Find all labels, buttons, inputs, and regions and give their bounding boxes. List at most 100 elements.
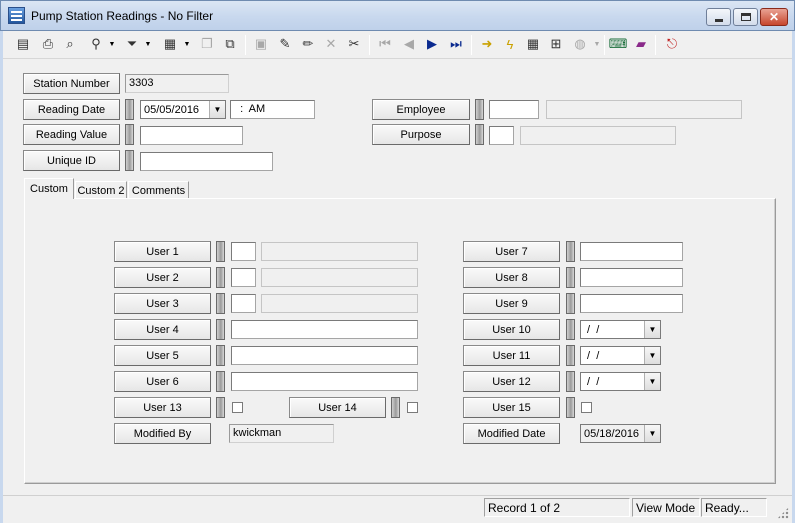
user-1-grip[interactable] [216,241,225,262]
user-3-grip[interactable] [216,293,225,314]
user-7-grip[interactable] [566,241,575,262]
user-12-grip[interactable] [566,371,575,392]
reading-date-button[interactable]: Reading Date [23,99,120,120]
station-number-button[interactable]: Station Number [23,73,120,94]
previous-record-icon[interactable]: ◀ [398,33,420,55]
unique-id-field[interactable] [140,152,273,171]
employee-lookup-grip[interactable] [475,99,484,120]
tab-custom-2[interactable]: Custom 2 [75,181,127,199]
minimize-button[interactable] [706,8,731,26]
chevron-down-icon[interactable]: ▼ [644,321,660,338]
user-7-field[interactable] [580,242,683,261]
user-9-button[interactable]: User 9 [463,293,560,314]
binoculars-find-icon[interactable]: ⚲ [85,33,107,55]
first-record-icon[interactable]: ⏮ [374,33,396,55]
modified-date-button[interactable]: Modified Date [463,423,560,444]
user-14-grip[interactable] [391,397,400,418]
user-8-button[interactable]: User 8 [463,267,560,288]
user-14-checkbox[interactable] [407,402,418,413]
find-dropdown-arrow-icon[interactable]: ▼ [107,33,117,55]
user-2-grip[interactable] [216,267,225,288]
user-13-grip[interactable] [216,397,225,418]
user-15-checkbox[interactable] [581,402,592,413]
user-6-button[interactable]: User 6 [114,371,211,392]
new-record-icon[interactable]: ▤ [12,33,34,55]
user-13-button[interactable]: User 13 [114,397,211,418]
user-8-grip[interactable] [566,267,575,288]
goto-arrow-icon[interactable]: ➜ [476,33,498,55]
tab-comments[interactable]: Comments [128,181,189,199]
chevron-down-icon[interactable]: ▼ [644,373,660,390]
add-record-icon[interactable]: ✎ [274,33,296,55]
user-4-button[interactable]: User 4 [114,319,211,340]
user-10-grip[interactable] [566,319,575,340]
print-preview-icon[interactable]: ⌕ [59,33,81,55]
chevron-down-icon[interactable]: ▼ [644,347,660,364]
user-8-field[interactable] [580,268,683,287]
reading-value-button[interactable]: Reading Value [23,124,120,145]
report-icon[interactable]: ▦ [159,33,181,55]
user-9-grip[interactable] [566,293,575,314]
next-record-icon[interactable]: ▶ [421,33,443,55]
unique-id-grip[interactable] [125,150,134,171]
exit-door-icon[interactable]: ⎋ [661,33,683,55]
cut-scissors-icon[interactable]: ✂ [343,33,365,55]
user-9-field[interactable] [580,294,683,313]
edit-pencil-icon[interactable]: ✏ [297,33,319,55]
reading-value-field[interactable] [140,126,243,145]
tab-custom[interactable]: Custom [24,178,74,199]
user-15-button[interactable]: User 15 [463,397,560,418]
keyboard-icon[interactable]: ⌨ [607,33,629,55]
hierarchy-icon[interactable]: ⊞ [545,33,567,55]
close-button[interactable]: ✕ [760,8,788,26]
user-4-field[interactable] [231,320,418,339]
user-2-button[interactable]: User 2 [114,267,211,288]
station-number-field[interactable]: 3303 [125,74,229,93]
chat-dropdown-arrow-icon[interactable]: ▼ [592,33,602,55]
maximize-button[interactable] [733,8,758,26]
user-5-grip[interactable] [216,345,225,366]
last-record-icon[interactable]: ⏭ [445,33,467,55]
copy-form-icon[interactable]: ❐ [196,33,218,55]
reading-date-combo[interactable]: 05/05/2016 ▼ [140,100,226,119]
chevron-down-icon[interactable]: ▼ [209,101,225,118]
modified-date-combo[interactable]: 05/18/2016 ▼ [580,424,661,443]
user-3-code-field[interactable] [231,294,256,313]
user-7-button[interactable]: User 7 [463,241,560,262]
user-3-button[interactable]: User 3 [114,293,211,314]
user-13-checkbox[interactable] [232,402,243,413]
chevron-down-icon[interactable]: ▼ [644,425,660,442]
filter-funnel-icon[interactable]: ⏷ [121,33,143,55]
reading-time-field[interactable]: : AM [230,100,315,119]
user-10-button[interactable]: User 10 [463,319,560,340]
user-11-date-combo[interactable]: / / ▼ [580,346,661,365]
reading-value-grip[interactable] [125,124,134,145]
lightning-icon[interactable]: ϟ [499,33,521,55]
user-11-grip[interactable] [566,345,575,366]
book-icon[interactable]: ▰ [630,33,652,55]
unique-id-button[interactable]: Unique ID [23,150,120,171]
user-2-code-field[interactable] [231,268,256,287]
purpose-code-field[interactable] [489,126,514,145]
user-4-grip[interactable] [216,319,225,340]
purpose-button[interactable]: Purpose [372,124,470,145]
user-15-grip[interactable] [566,397,575,418]
grid-view-icon[interactable]: ▦ [522,33,544,55]
user-1-code-field[interactable] [231,242,256,261]
user-6-field[interactable] [231,372,418,391]
user-6-grip[interactable] [216,371,225,392]
user-10-date-combo[interactable]: / / ▼ [580,320,661,339]
print-icon[interactable]: ⎙ [37,33,59,55]
employee-button[interactable]: Employee [372,99,470,120]
reading-date-lookup-grip[interactable] [125,99,134,120]
user-1-button[interactable]: User 1 [114,241,211,262]
user-5-button[interactable]: User 5 [114,345,211,366]
user-12-date-combo[interactable]: / / ▼ [580,372,661,391]
user-14-button[interactable]: User 14 [289,397,386,418]
user-11-button[interactable]: User 11 [463,345,560,366]
user-5-field[interactable] [231,346,418,365]
purpose-lookup-grip[interactable] [475,124,484,145]
report-dropdown-arrow-icon[interactable]: ▼ [182,33,192,55]
save-icon[interactable]: ▣ [250,33,272,55]
filter-dropdown-arrow-icon[interactable]: ▼ [143,33,153,55]
